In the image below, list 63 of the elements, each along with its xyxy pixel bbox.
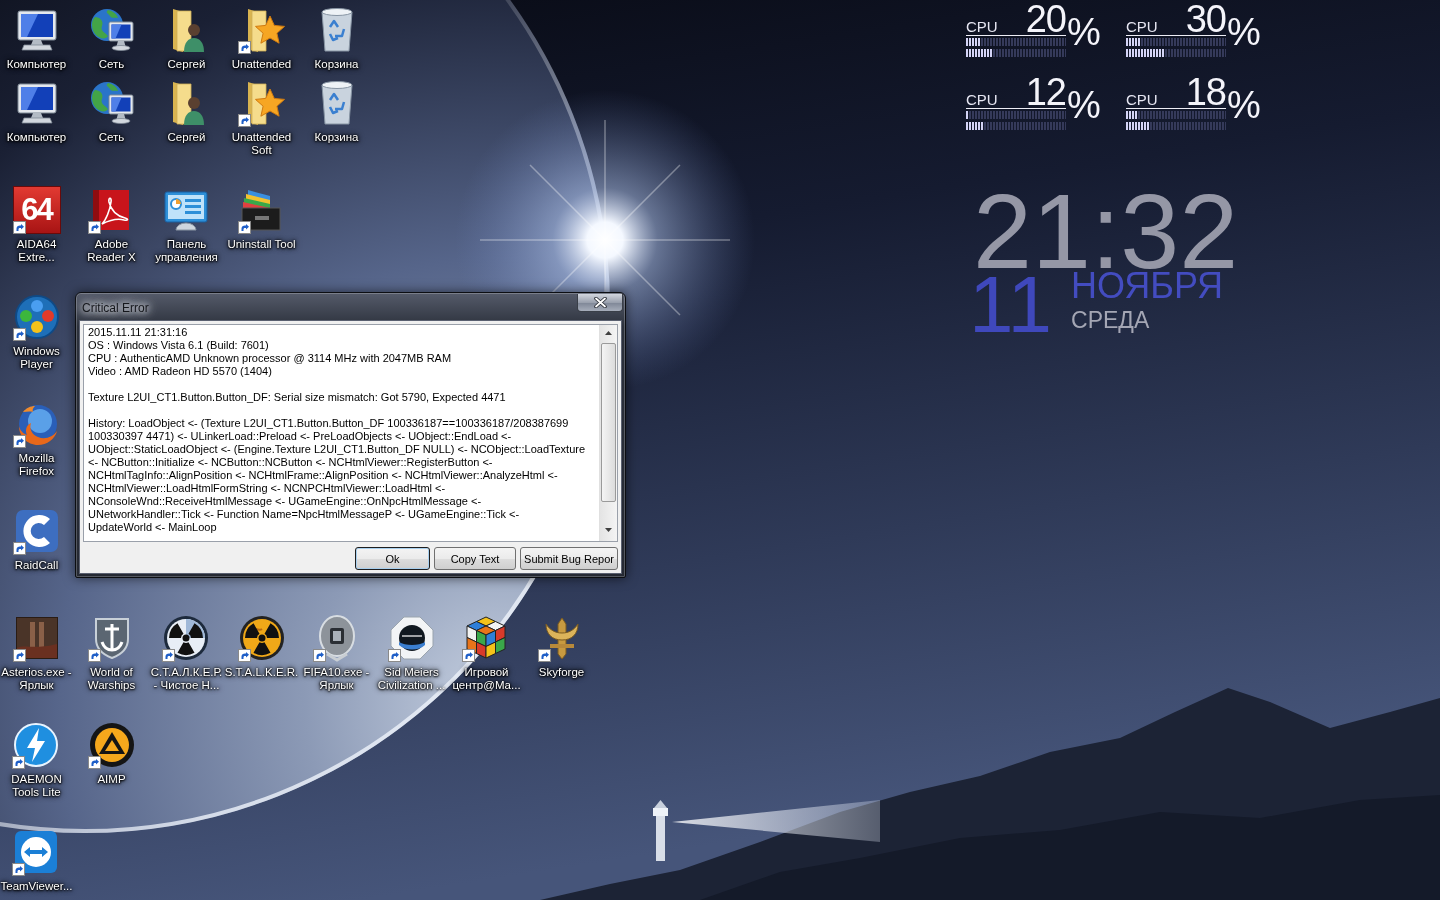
up-arrow-icon[interactable] (605, 331, 612, 335)
percent-sign: % (1227, 90, 1261, 121)
clock-time: 21:32 (973, 190, 1240, 273)
dialog-button[interactable]: Copy Text (434, 547, 516, 570)
desktop-item[interactable]: AIMP (87, 721, 136, 786)
log-message: 2015.11.11 21:31:16 OS : Windows Vista 6.1 (Build: 7601) CPU : AuthenticAMD Unknown processor @ 3114 MHz with 2047MB RAM Video : AMD Radeon HD 5570 (1404) (88, 326, 453, 378)
cpu-percent: 18 (1185, 77, 1226, 108)
log-message: History: LoadObject <- (Texture L2UI_CT1.Button.Button_DF 100336187==100336187/208387699 100330397 4471) <- ULinkerLoad::Preload <- PreLoadObjects <- UObject::EndLoad <- UObject::StaticLoadObject <- (Engine.Texture L2UI_CT1.Button_DF NULL) <- NCObject::LoadTexture <- NCButton::Initialize <- NCButton::NCButton <- NCHtmlViewer::RegisterButton <- NCHtmlTagInfo::AlignPosition <- NCHtmlFrame::AlignPosition <- NCHtmlViewer::AnalyzeHtml <- NCHtmlViewer::LoadHtmlFormString <- NCNPCHtmlViewer::LoadHtml <- NConsoleWnd::ReceiveHtmlMessage <- UGameEngine::OnNpcHtmlMessage <- UNetworkHandler::Tick <- Function Name=NpcHtmlMessageP <- UGameEngine::Tick <- UpdateWorld <- MainLoop (88, 417, 587, 534)
percent-sign: % (1067, 90, 1101, 121)
close-button[interactable] (577, 294, 623, 312)
radiation-icon (162, 614, 211, 662)
close-icon (593, 297, 607, 308)
desktop-item[interactable]: Adobe Reader X (87, 186, 136, 264)
date-weekday: СРЕДА (1071, 308, 1150, 332)
cpu-label: CPU (966, 17, 998, 37)
cpu-percent: 12 (1025, 77, 1066, 108)
desktop-item[interactable]: RaidCall (12, 507, 61, 572)
lightning-icon (12, 721, 61, 769)
desktop-item[interactable]: Сеть (87, 6, 136, 71)
down-arrow-icon[interactable] (605, 528, 612, 532)
desktop-item[interactable]: 64 AIDA64 Extre... (12, 186, 61, 264)
desktop-item[interactable]: TeamViewer... (0, 828, 73, 893)
scrollbar-thumb[interactable] (601, 343, 616, 502)
cpu-label: CPU (966, 90, 998, 110)
cpu-percent: 30 (1185, 4, 1226, 35)
date-day: 11 (969, 274, 1053, 335)
dotted-disc-icon (12, 293, 61, 341)
percent-sign: % (1227, 17, 1261, 48)
cpu-percent: 20 (1025, 4, 1066, 35)
cpu-label: CPU (1126, 17, 1158, 37)
lighthouse-drawing (653, 800, 668, 861)
desktop-item[interactable]: Uninstall Tool (227, 186, 296, 251)
cpu-label: CPU (1126, 90, 1158, 110)
desktop-item[interactable]: Корзина (312, 79, 361, 144)
desktop-item[interactable]: Сергей (162, 79, 211, 144)
date-month: НОЯБРЯ (1071, 272, 1224, 299)
desktop-item[interactable]: DAEMON Tools Lite (11, 721, 62, 799)
desktop-item[interactable]: Windows Player (12, 293, 61, 371)
desktop-item[interactable]: Компьютер (6, 79, 67, 144)
percent-sign: % (1067, 17, 1101, 48)
desktop-item[interactable]: Skyforge (537, 614, 586, 679)
scrollbar-track[interactable] (599, 325, 617, 541)
desktop-item[interactable]: Корзина (312, 6, 361, 71)
dialog-title: Critical Error (82, 301, 149, 315)
desktop-item[interactable]: Компьютер (6, 6, 67, 71)
app-logo: 64 (12, 186, 61, 234)
dialog-button[interactable]: Ok (355, 547, 430, 570)
desktop-item[interactable]: Unattended (231, 6, 292, 71)
desktop-item[interactable]: Сергей (162, 6, 211, 71)
desktop-item[interactable]: World of Warships (87, 614, 136, 692)
desktop-item[interactable]: Панель управления (155, 186, 218, 264)
desktop-item[interactable]: С.Т.А.Л.К.Е.Р. - Чистое Н... (150, 614, 223, 692)
desktop-item[interactable]: Сеть (87, 79, 136, 144)
log-text-field[interactable] (83, 324, 618, 542)
desktop-item[interactable]: Asterios.exe - Ярлык (1, 614, 72, 692)
desktop-item[interactable]: Mozilla Firefox (12, 400, 61, 478)
desktop-item[interactable]: Игровой центр@Ма... (452, 614, 521, 692)
radiation-icon (237, 614, 286, 662)
octagon-emblem-icon (387, 614, 436, 662)
dialog-button[interactable]: Submit Bug Repor (520, 547, 618, 570)
triangle-disc-icon (87, 721, 136, 769)
log-message: Texture L2UI_CT1.Button.Button_DF: Serial size mismatch: Got 5790, Expected 4471 (88, 391, 507, 404)
desktop-item[interactable]: Unattended Soft (231, 79, 292, 157)
